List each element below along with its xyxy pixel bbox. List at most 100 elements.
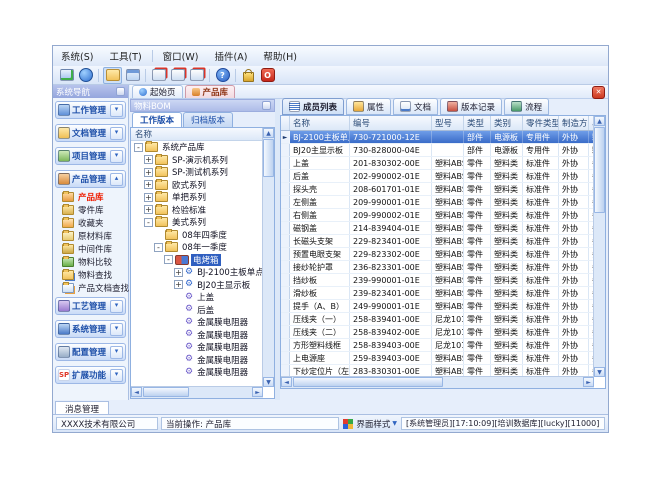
sidebar-group-3[interactable]: 产品管理 ▴ xyxy=(55,170,126,188)
toolbar-help-button[interactable]: ? xyxy=(214,68,231,83)
detail-tab[interactable]: 版本记录 xyxy=(440,98,502,115)
column-header[interactable]: 型号 xyxy=(432,116,464,130)
scroll-left-icon[interactable]: ◄ xyxy=(281,377,292,387)
scrollbar-thumb[interactable] xyxy=(594,127,605,213)
detail-tab[interactable]: 文档 xyxy=(393,98,438,115)
tree-node[interactable]: - 08年一季度 xyxy=(131,241,263,254)
table-row[interactable]: 提手（A、B）249-990001-01E塑料ABS零件塑料类标准件外协条 xyxy=(281,300,594,313)
column-header[interactable]: 制造方式 xyxy=(559,116,589,130)
tree-node[interactable]: - 美式系列 xyxy=(131,216,263,229)
chevron-icon[interactable]: ▾ xyxy=(110,346,123,359)
chevron-icon[interactable]: ▾ xyxy=(110,300,123,313)
table-row[interactable]: 预置电眼支架229-823302-00E塑料ABS零件塑料类标准件外协条 xyxy=(281,248,594,261)
chevron-icon[interactable]: ▾ xyxy=(110,323,123,336)
menu-item[interactable]: 帮助(H) xyxy=(255,47,305,65)
sidebar-item[interactable]: 产品文档查找 xyxy=(54,281,127,294)
table-row[interactable]: 后盖202-990002-01E塑料ABS零件塑料类标准件外协条 xyxy=(281,170,594,183)
tree-node[interactable]: ⚙ 金属膜电阻器 xyxy=(131,366,263,377)
table-row[interactable]: 磁钢盖214-839404-01E塑料ABS零件塑料类标准件外协条 xyxy=(281,222,594,235)
table-row[interactable]: 压线夹（二）258-839402-00E尼龙1010零件塑料类标准件外协条 xyxy=(281,326,594,339)
toolbar-mail-close-button[interactable] xyxy=(150,68,167,83)
scrollbar-thumb[interactable] xyxy=(143,387,189,397)
table-row[interactable]: 压线夹（一）258-839401-00E尼龙1010零件塑料类标准件外协条 xyxy=(281,313,594,326)
scrollbar-thumb[interactable] xyxy=(293,377,443,387)
column-header[interactable]: 类型 xyxy=(464,116,491,130)
tree-node[interactable]: ⚙ 金属膜电阻器 xyxy=(131,329,263,342)
tree-expander-icon[interactable]: + xyxy=(174,268,183,277)
close-tab-icon[interactable]: ✕ xyxy=(592,86,605,99)
toolbar-globe-button[interactable] xyxy=(77,68,94,83)
tree-node[interactable]: - 电烤箱 xyxy=(131,254,263,267)
scrollbar-thumb[interactable] xyxy=(263,139,274,177)
table-row[interactable]: 接纱轮护罩236-823301-00E塑料ABS零件塑料类标准件外协条 xyxy=(281,261,594,274)
tree-node[interactable]: ⚙ 金属膜电阻器 xyxy=(131,341,263,354)
scroll-up-icon[interactable]: ▲ xyxy=(594,116,605,126)
tree-node[interactable]: + 检验标准 xyxy=(131,204,263,217)
sidebar-group-6[interactable]: 配置管理 ▾ xyxy=(55,343,126,361)
toolbar-folder-button[interactable] xyxy=(103,67,122,84)
chevron-icon[interactable]: ▾ xyxy=(110,127,123,140)
column-header[interactable]: 类别 xyxy=(491,116,523,130)
tree-node[interactable]: + SP-测试机系列 xyxy=(131,166,263,179)
sidebar-item[interactable]: 零件库 xyxy=(54,203,127,216)
tree-node[interactable]: ⚙ 金属膜电阻器 xyxy=(131,316,263,329)
table-row[interactable]: 上电源座259-839403-00E塑料ABS零件塑料类标准件外协条 xyxy=(281,352,594,365)
scroll-left-icon[interactable]: ◄ xyxy=(131,387,142,397)
tree-horizontal-scrollbar[interactable]: ◄ ► xyxy=(131,386,263,398)
marker-column-header[interactable] xyxy=(281,116,290,130)
scroll-right-icon[interactable]: ► xyxy=(252,387,263,397)
detail-tab[interactable]: 流程 xyxy=(504,98,549,115)
tree-node[interactable]: + ⚙ BJ-2100主板单点 xyxy=(131,266,263,279)
sidebar-group-2[interactable]: 项目管理 ▾ xyxy=(55,147,126,165)
sidebar-item[interactable]: 物料比较 xyxy=(54,255,127,268)
chevron-icon[interactable]: ▾ xyxy=(110,150,123,163)
column-header[interactable]: 编号 xyxy=(350,116,432,130)
table-row[interactable]: 右侧盖209-990002-01E塑料ABS零件塑料类标准件外协条 xyxy=(281,209,594,222)
ui-style-selector[interactable]: 界面样式 ▼ xyxy=(343,418,397,430)
sidebar-item[interactable]: 中间件库 xyxy=(54,242,127,255)
table-row[interactable]: 挡纱板239-990001-01E塑料ABS零件塑料类标准件外协条 xyxy=(281,274,594,287)
sidebar-group-0[interactable]: 工作管理 ▾ xyxy=(55,101,126,119)
sidebar-item[interactable]: 原材料库 xyxy=(54,229,127,242)
tree-node[interactable]: ⚙ 金属膜电阻器 xyxy=(131,354,263,367)
toolbar-system-button[interactable] xyxy=(58,68,75,83)
tree-node[interactable]: + ⚙ BJ20主显示板 xyxy=(131,279,263,292)
tree-node[interactable]: - 系统产品库 xyxy=(131,141,263,154)
tree-column-header[interactable]: 名称 xyxy=(131,128,263,141)
toolbar-mail-del-button[interactable] xyxy=(188,68,205,83)
toolbar-lock-button[interactable] xyxy=(240,68,257,83)
scroll-up-icon[interactable]: ▲ xyxy=(263,128,274,138)
tree-expander-icon[interactable]: + xyxy=(144,155,153,164)
menu-item[interactable]: 窗口(W) xyxy=(155,47,207,65)
toolbar-stop-button[interactable]: O xyxy=(259,68,276,83)
tree-vertical-scrollbar[interactable]: ▲ ▼ xyxy=(262,128,274,387)
tree-expander-icon[interactable]: + xyxy=(144,205,153,214)
tree-node[interactable]: ⚙ 后盖 xyxy=(131,304,263,317)
pin-icon[interactable] xyxy=(262,101,271,110)
message-management-tab[interactable]: 消息管理 xyxy=(55,401,109,415)
document-tab[interactable]: 产品库 xyxy=(185,85,236,98)
scroll-down-icon[interactable]: ▼ xyxy=(263,377,274,387)
table-row[interactable]: 滑纱板239-823401-00E塑料ABS零件塑料类标准件外协条 xyxy=(281,287,594,300)
table-horizontal-scrollbar[interactable]: ◄ ► xyxy=(281,376,594,388)
column-header[interactable]: 名称 xyxy=(290,116,350,130)
column-header[interactable]: 零件类型 xyxy=(523,116,559,130)
tree-node[interactable]: ⚙ 上盖 xyxy=(131,291,263,304)
table-vertical-scrollbar[interactable]: ▲ ▼ xyxy=(593,116,605,377)
tree-node[interactable]: + 欧式系列 xyxy=(131,179,263,192)
tree-node[interactable]: 08年四季度 xyxy=(131,229,263,242)
document-tab[interactable]: 起始页 xyxy=(132,85,183,98)
tree-expander-icon[interactable]: - xyxy=(164,255,173,264)
sidebar-group-7[interactable]: SP 扩展功能 ▾ xyxy=(55,366,126,384)
table-row[interactable]: 左侧盖209-990001-01E塑料ABS零件塑料类标准件外协条 xyxy=(281,196,594,209)
sidebar-group-4[interactable]: 工艺管理 ▾ xyxy=(55,297,126,315)
table-row[interactable]: ►BJ-2100主板单点730-721000-12E部件电源板专用件外协颗 xyxy=(281,131,594,144)
table-row[interactable]: 长磁头支架229-823401-00E塑料ABS零件塑料类标准件外协条 xyxy=(281,235,594,248)
scroll-right-icon[interactable]: ► xyxy=(583,377,594,387)
scroll-down-icon[interactable]: ▼ xyxy=(594,367,605,377)
chevron-icon[interactable]: ▾ xyxy=(110,369,123,382)
detail-tab[interactable]: 成员列表 xyxy=(282,98,344,115)
detail-tab[interactable]: 属性 xyxy=(346,98,391,115)
tree-expander-icon[interactable]: - xyxy=(134,143,143,152)
sidebar-item[interactable]: 产品库 xyxy=(54,190,127,203)
